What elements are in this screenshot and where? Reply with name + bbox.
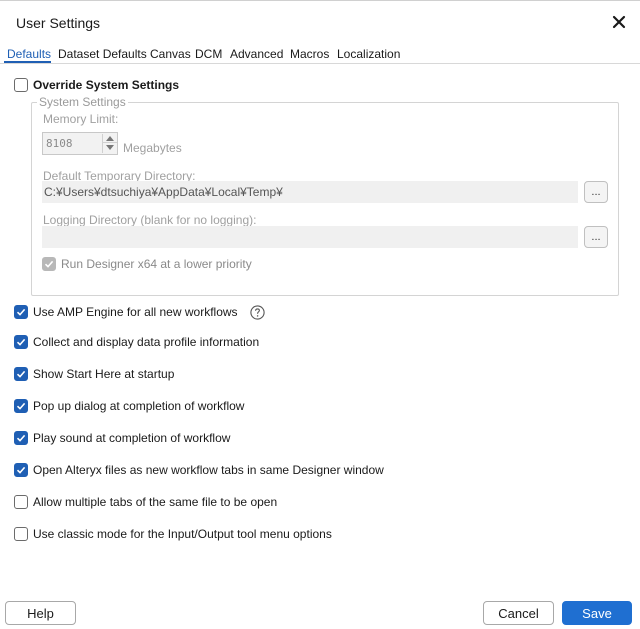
system-settings-legend: System Settings [37,95,128,109]
option-open-tabs-checkbox[interactable] [14,463,28,477]
tab-dataset-defaults[interactable]: Dataset Defaults [58,47,147,61]
override-system-settings-row[interactable]: Override System Settings [14,77,179,93]
option-data-profile-label: Collect and display data profile informa… [33,335,260,349]
checkmark-icon [16,308,26,316]
tab-macros[interactable]: Macros [290,47,329,61]
option-multiple-tabs-label: Allow multiple tabs of the same file to … [33,495,278,509]
window-title: User Settings [16,15,101,31]
spin-up-icon[interactable] [103,134,117,143]
tab-localization[interactable]: Localization [337,47,400,61]
title-bar: User Settings [0,0,640,44]
override-system-settings-checkbox[interactable] [14,78,28,92]
option-popup-dialog-label: Pop up dialog at completion of workflow [33,399,245,413]
spin-buttons [102,134,117,153]
option-classic-mode-checkbox[interactable] [14,527,28,541]
close-icon[interactable] [610,13,628,31]
option-play-sound-label: Play sound at completion of workflow [33,431,231,445]
memory-limit-label: Memory Limit: [43,112,119,126]
tab-advanced[interactable]: Advanced [230,47,283,61]
memory-limit-spinner[interactable]: 8108 [42,132,118,155]
option-start-here-checkbox[interactable] [14,367,28,381]
option-open-tabs-label: Open Alteryx files as new workflow tabs … [33,463,384,477]
option-play-sound[interactable]: Play sound at completion of workflow [14,430,230,446]
low-priority-checkbox[interactable] [42,257,56,271]
override-system-settings-label: Override System Settings [33,78,180,92]
logging-dir-browse-button[interactable]: ... [584,226,608,248]
option-open-tabs[interactable]: Open Alteryx files as new workflow tabs … [14,462,384,478]
checkmark-icon [16,370,26,378]
option-data-profile[interactable]: Collect and display data profile informa… [14,334,259,350]
option-multiple-tabs[interactable]: Allow multiple tabs of the same file to … [14,494,277,510]
option-popup-dialog[interactable]: Pop up dialog at completion of workflow [14,398,244,414]
cancel-button[interactable]: Cancel [483,601,554,625]
tab-canvas[interactable]: Canvas [150,47,191,61]
option-play-sound-checkbox[interactable] [14,431,28,445]
tab-dcm[interactable]: DCM [195,47,222,61]
checkmark-icon [16,402,26,410]
save-button[interactable]: Save [562,601,632,625]
option-start-here-label: Show Start Here at startup [33,367,175,381]
option-data-profile-checkbox[interactable] [14,335,28,349]
checkmark-icon [16,434,26,442]
option-classic-mode-label: Use classic mode for the Input/Output to… [33,527,332,541]
temp-dir-browse-button[interactable]: ... [584,181,608,203]
option-start-here[interactable]: Show Start Here at startup [14,366,174,382]
checkmark-icon [16,466,26,474]
active-tab-indicator [4,61,51,63]
option-amp-engine-label: Use AMP Engine for all new workflows [33,305,238,319]
logging-dir-label: Logging Directory (blank for no logging)… [43,213,257,227]
help-button[interactable]: Help [5,601,76,625]
memory-unit-label: Megabytes [123,141,182,155]
temp-dir-input[interactable] [42,181,578,203]
checkmark-icon [44,260,54,268]
logging-dir-input[interactable] [42,226,578,248]
spin-down-icon[interactable] [103,143,117,152]
settings-tabs: Defaults Dataset Defaults Canvas DCM Adv… [0,44,640,64]
memory-limit-value: 8108 [46,137,73,150]
low-priority-row[interactable]: Run Designer x64 at a lower priority [42,256,252,272]
option-multiple-tabs-checkbox[interactable] [14,495,28,509]
checkmark-icon [16,338,26,346]
option-amp-engine[interactable]: Use AMP Engine for all new workflows [14,304,265,320]
tab-defaults[interactable]: Defaults [7,47,51,61]
option-classic-mode[interactable]: Use classic mode for the Input/Output to… [14,526,332,542]
option-amp-engine-checkbox[interactable] [14,305,28,319]
low-priority-label: Run Designer x64 at a lower priority [61,257,252,271]
option-popup-dialog-checkbox[interactable] [14,399,28,413]
help-circle-icon[interactable] [249,304,265,320]
